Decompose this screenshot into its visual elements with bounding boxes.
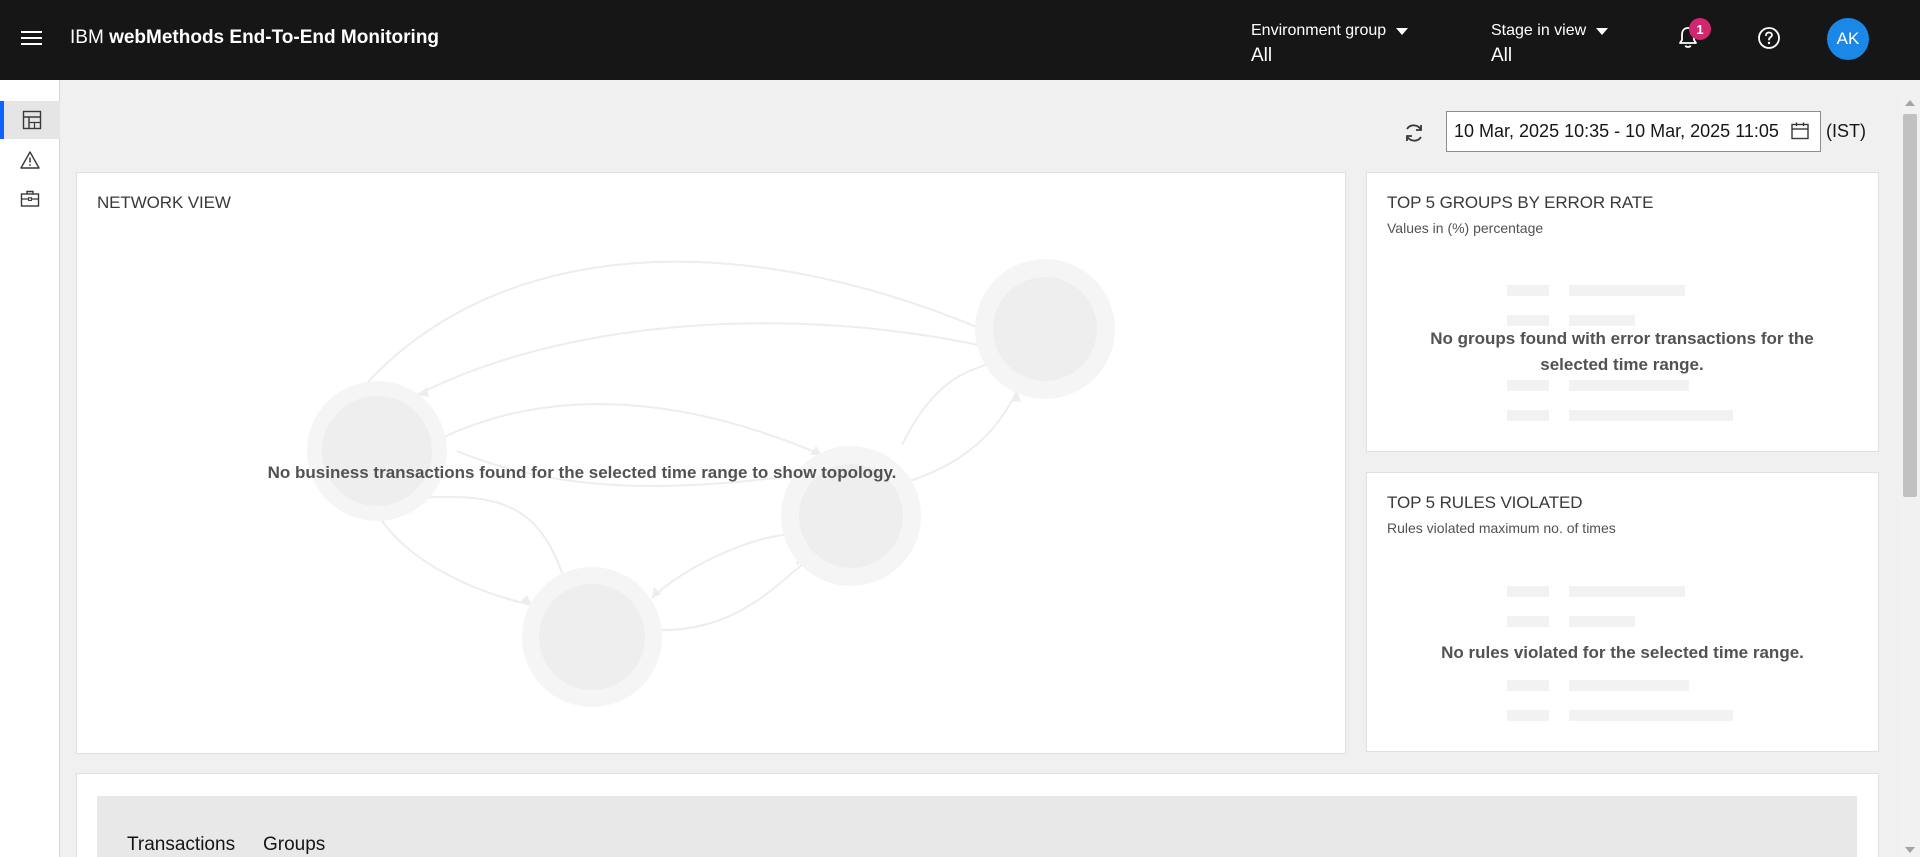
skeleton-bar [1507, 315, 1549, 326]
skeleton-bar [1507, 586, 1549, 597]
rail-item-alerts[interactable] [0, 141, 60, 179]
help-icon [1758, 27, 1780, 49]
scroll-down-arrow-icon[interactable] [1905, 847, 1915, 853]
tabs-bar: Transactions Groups [97, 796, 1857, 857]
skeleton-bar [1569, 410, 1733, 421]
notifications-button[interactable]: 1 [1668, 18, 1711, 58]
skeleton-bar [1507, 616, 1549, 627]
warning-icon [20, 151, 40, 169]
skeleton-bar [1569, 315, 1635, 326]
environment-group-dropdown[interactable]: Environment group All [1251, 22, 1409, 67]
skeleton-bar [1569, 380, 1689, 391]
skeleton-bar [1507, 285, 1549, 296]
environment-group-value: All [1251, 45, 1273, 66]
transactions-groups-card: Transactions Groups [76, 773, 1879, 857]
top-groups-error-rate-card: TOP 5 GROUPS BY ERROR RATE Values in (%)… [1366, 172, 1879, 452]
top-rules-violated-card: TOP 5 RULES VIOLATED Rules violated maxi… [1366, 472, 1879, 752]
vertical-scrollbar[interactable] [1900, 96, 1920, 857]
environment-group-label: Environment group [1251, 22, 1387, 39]
left-nav-rail [0, 80, 60, 857]
notification-count-badge: 1 [1689, 18, 1711, 40]
dashboard-icon [22, 110, 42, 130]
app-title[interactable]: IBM webMethods End-To-End Monitoring [70, 27, 439, 49]
timezone-label: (IST) [1826, 121, 1866, 141]
skeleton-bar [1507, 380, 1549, 391]
top-errors-subtitle: Values in (%) percentage [1387, 220, 1544, 236]
scroll-up-arrow-icon[interactable] [1905, 100, 1915, 106]
app-title-name: webMethods End-To-End Monitoring [109, 27, 440, 48]
help-button[interactable] [1749, 18, 1789, 58]
hamburger-menu-icon[interactable] [14, 24, 48, 54]
top-rules-subtitle: Rules violated maximum no. of times [1387, 520, 1616, 536]
tab-transactions[interactable]: Transactions [127, 834, 235, 856]
skeleton-bar [1569, 680, 1689, 691]
skeleton-bar [1507, 710, 1549, 721]
date-range-value: 10 Mar, 2025 10:35 - 10 Mar, 2025 11:05 [1454, 121, 1779, 141]
top-header: IBM webMethods End-To-End Monitoring Env… [0, 0, 1920, 80]
skeleton-bar [1507, 410, 1549, 421]
rail-item-inventory[interactable] [0, 180, 60, 218]
caret-down-icon [1396, 27, 1409, 35]
stage-in-view-value: All [1491, 45, 1513, 66]
refresh-button[interactable] [1398, 117, 1430, 149]
calendar-icon[interactable] [1790, 121, 1810, 141]
skeleton-bar [1569, 285, 1685, 296]
scrollbar-thumb[interactable] [1903, 114, 1917, 497]
tab-groups[interactable]: Groups [263, 834, 325, 856]
top-errors-empty-message: No groups found with error transactions … [1430, 329, 1814, 374]
user-avatar[interactable]: AK [1827, 18, 1869, 60]
app-title-prefix: IBM [70, 27, 104, 48]
skeleton-bar [1507, 680, 1549, 691]
rail-item-dashboard[interactable] [0, 101, 60, 139]
network-empty-message: No business transactions found for the s… [267, 463, 897, 482]
skeleton-bar [1569, 586, 1685, 597]
skeleton-bar [1569, 710, 1733, 721]
caret-down-icon [1596, 27, 1609, 35]
top-errors-title: TOP 5 GROUPS BY ERROR RATE [1387, 193, 1654, 212]
network-view-card: NETWORK VIEW No business transactions fo… [76, 172, 1346, 754]
briefcase-icon [20, 190, 40, 207]
date-range-picker[interactable]: 10 Mar, 2025 10:35 - 10 Mar, 2025 11:05 [1446, 111, 1821, 152]
top-rules-title: TOP 5 RULES VIOLATED [1387, 493, 1583, 512]
stage-in-view-label: Stage in view [1491, 22, 1587, 39]
stage-in-view-dropdown[interactable]: Stage in view All [1491, 22, 1609, 67]
refresh-icon [1406, 124, 1422, 142]
top-rules-empty-message: No rules violated for the selected time … [1441, 643, 1804, 662]
skeleton-bar [1569, 616, 1635, 627]
